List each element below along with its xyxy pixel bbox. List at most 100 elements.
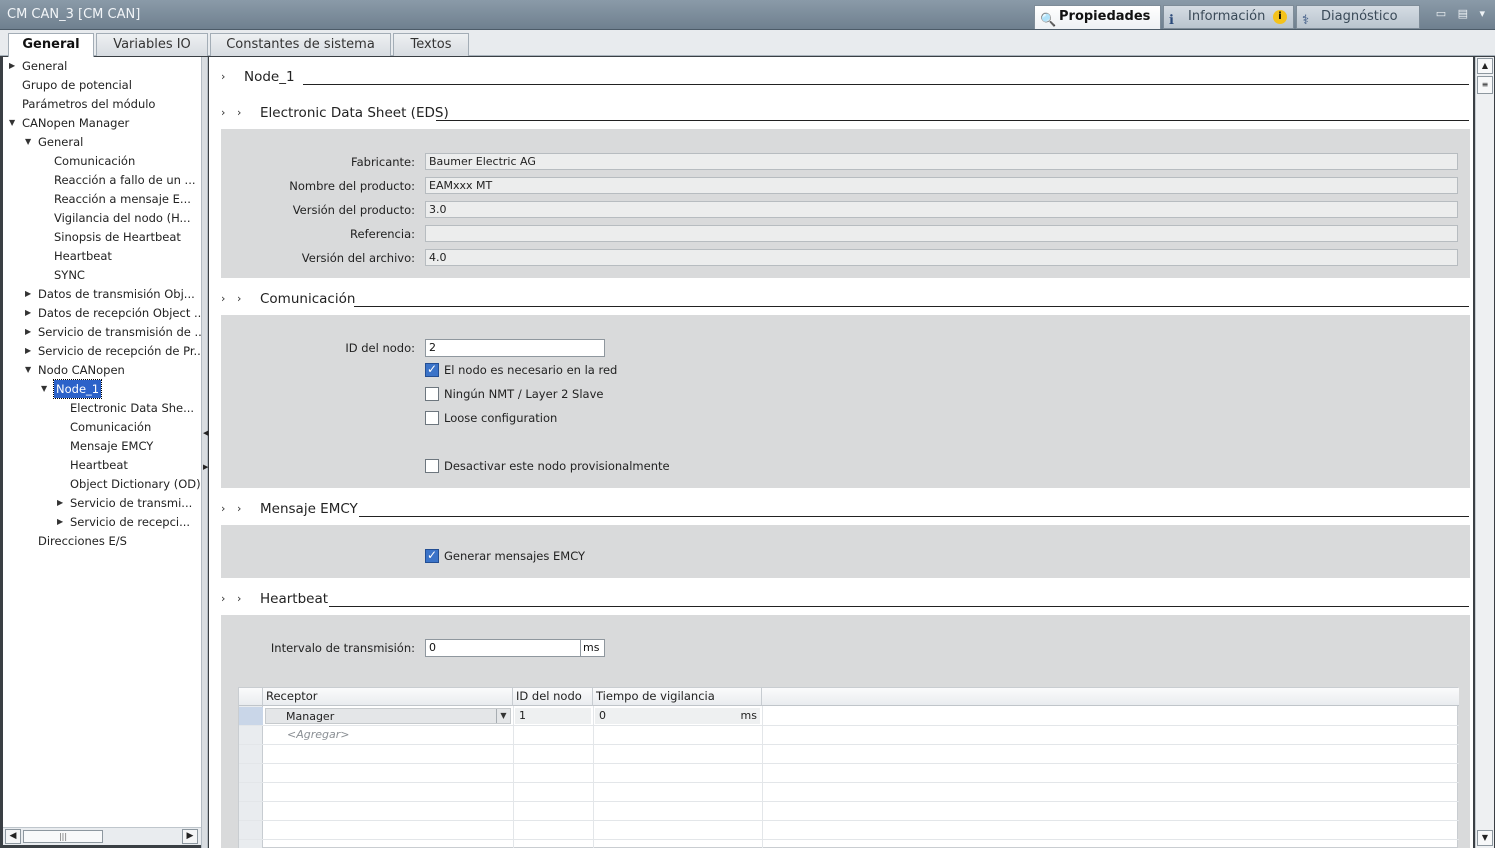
collapsed-twisty-icon[interactable]: ▶ [25, 323, 31, 341]
window-controls-icon[interactable]: ▭ ▤ ▾ [1436, 7, 1489, 20]
nav-item[interactable]: ▼ CANopen Manager [3, 114, 201, 132]
interval-unit: ms [580, 640, 604, 656]
nav-item[interactable]: Mensaje EMCY [3, 437, 201, 455]
tab-variables-io[interactable]: Variables IO [96, 33, 208, 56]
nav-item[interactable]: ▶ Servicio de transmi... [3, 494, 201, 512]
interval-label: Intervalo de transmisión: [270, 641, 415, 655]
checkbox-icon[interactable] [425, 459, 439, 473]
scroll-thumb[interactable]: ||| [23, 830, 103, 843]
nav-item[interactable]: Heartbeat [3, 456, 201, 474]
chevron-icon[interactable]: › [237, 592, 241, 605]
chevron-down-icon[interactable]: ▼ [496, 709, 510, 723]
chevron-icon[interactable]: › [221, 502, 225, 515]
nav-item[interactable]: Parámetros del módulo [3, 95, 201, 113]
nav-item[interactable]: ▼ General [3, 133, 201, 151]
nav-item[interactable]: SYNC [3, 266, 201, 284]
nav-item[interactable]: ▶ General [3, 57, 201, 75]
nav-item[interactable]: ▶ Servicio de transmisión de ... [3, 323, 201, 341]
nav-item[interactable]: Sinopsis de Heartbeat [3, 228, 201, 246]
tab-textos[interactable]: Textos [393, 33, 469, 56]
nav-item[interactable]: Comunicación [3, 152, 201, 170]
collapsed-twisty-icon[interactable]: ▶ [9, 57, 15, 75]
scroll-thumb[interactable]: ≡ [1477, 76, 1493, 94]
nav-item[interactable]: ▶ Datos de recepción Object ... [3, 304, 201, 322]
checkbox-icon[interactable] [425, 387, 439, 401]
chevron-icon[interactable]: › [221, 70, 225, 83]
checkbox-icon[interactable] [425, 548, 439, 563]
row-header-selected[interactable] [239, 707, 263, 725]
nav-item[interactable]: ▶ Datos de transmisión Obj... [3, 285, 201, 303]
tab-propiedades[interactable]: 🔍 Propiedades [1034, 5, 1161, 29]
nav-item[interactable]: ▼ Node_1 [3, 379, 201, 399]
nav-horizontal-scrollbar[interactable]: ◀ ||| ▶ [3, 827, 201, 845]
tab-constantes-de-sistema[interactable]: Constantes de sistema [210, 33, 391, 56]
nav-item[interactable]: ▶ Servicio de recepci... [3, 513, 201, 531]
nav-item[interactable]: Comunicación [3, 418, 201, 436]
scroll-down-icon[interactable]: ▼ [1477, 830, 1493, 846]
nav-item-label: Node_1 [52, 379, 103, 399]
section-emcy[interactable]: › › Mensaje EMCY [209, 499, 1473, 519]
collapsed-twisty-icon[interactable]: ▶ [57, 513, 63, 531]
table-corner [239, 688, 263, 706]
tab-informacion[interactable]: ℹ Información i [1163, 5, 1294, 29]
expanded-twisty-icon[interactable]: ▼ [41, 380, 47, 398]
chevron-icon[interactable]: › [237, 292, 241, 305]
scroll-left-icon[interactable]: ◀ [5, 829, 21, 844]
nav-item-label: Heartbeat [54, 249, 112, 263]
nav-item[interactable]: Grupo de potencial [3, 76, 201, 94]
nav-item[interactable]: Vigilancia del nodo (H... [3, 209, 201, 227]
scroll-right-icon[interactable]: ▶ [182, 829, 198, 844]
chevron-icon[interactable]: › [237, 106, 241, 119]
section-heartbeat[interactable]: › › Heartbeat [209, 589, 1473, 609]
interval-input[interactable]: 0 ms [425, 639, 605, 657]
section-eds[interactable]: › › Electronic Data Sheet (EDS) [209, 103, 1473, 123]
expanded-twisty-icon[interactable]: ▼ [9, 114, 15, 132]
properties-content: › Node_1 › › Electronic Data Sheet (EDS)… [209, 57, 1473, 848]
section-comunicacion[interactable]: › › Comunicación [209, 289, 1473, 309]
tab-general[interactable]: General [8, 33, 94, 57]
version-producto-field: 3.0 [425, 201, 1458, 218]
nav-item-label: Parámetros del módulo [22, 97, 156, 111]
checkbox-icon[interactable] [425, 411, 439, 425]
nav-item[interactable]: Electronic Data She... [3, 399, 201, 417]
chevron-icon[interactable]: › [221, 292, 225, 305]
collapse-left-icon[interactable]: ◀ [203, 429, 208, 437]
nav-item[interactable]: Reacción a fallo de un ... [3, 171, 201, 189]
nav-item[interactable]: Direcciones E/S [3, 532, 201, 550]
row-node-id-cell[interactable]: 1 [515, 708, 591, 724]
content-vertical-scrollbar[interactable]: ▲ ≡ ▼ [1475, 57, 1494, 848]
nav-item[interactable]: ▼ Nodo CANopen [3, 361, 201, 379]
column-header-node-id[interactable]: ID del nodo [513, 688, 593, 706]
add-row-placeholder[interactable]: <Agregar> [287, 728, 349, 741]
chevron-icon[interactable]: › [221, 106, 225, 119]
checkbox-icon[interactable] [425, 362, 439, 377]
receptor-dropdown[interactable]: Manager ▼ [265, 708, 511, 724]
nav-splitter[interactable]: ◀ ▶ [201, 57, 208, 848]
expand-right-icon[interactable]: ▶ [203, 463, 208, 471]
tab-diagnostico[interactable]: ⚕ Diagnóstico [1296, 5, 1420, 29]
chevron-icon[interactable]: › [221, 592, 225, 605]
nav-item-label: Mensaje EMCY [70, 439, 154, 453]
expanded-twisty-icon[interactable]: ▼ [25, 133, 31, 151]
collapsed-twisty-icon[interactable]: ▶ [25, 304, 31, 322]
node-id-input[interactable]: 2 [425, 339, 605, 357]
nav-item[interactable]: Object Dictionary (OD) [3, 475, 201, 493]
collapsed-twisty-icon[interactable]: ▶ [57, 494, 63, 512]
nav-item[interactable]: Reacción a mensaje E... [3, 190, 201, 208]
chevron-icon[interactable]: › [237, 502, 241, 515]
grid-line [239, 839, 1459, 840]
nav-item[interactable]: Heartbeat [3, 247, 201, 265]
row-time-cell[interactable]: 0 ms [595, 708, 760, 724]
column-header-tiempo[interactable]: Tiempo de vigilancia [593, 688, 762, 706]
collapsed-twisty-icon[interactable]: ▶ [25, 285, 31, 303]
collapsed-twisty-icon[interactable]: ▶ [25, 342, 31, 360]
section-node[interactable]: › Node_1 [209, 67, 1473, 87]
column-header-receptor[interactable]: Receptor [263, 688, 513, 706]
nav-item-label: Datos de recepción Object ... [38, 306, 201, 320]
nav-item[interactable]: ▶ Servicio de recepción de Pr... [3, 342, 201, 360]
grid-line [762, 706, 763, 848]
tab-informacion-label: Información [1188, 9, 1266, 24]
expanded-twisty-icon[interactable]: ▼ [25, 361, 31, 379]
scroll-up-icon[interactable]: ▲ [1477, 58, 1493, 74]
fabricante-label: Fabricante: [351, 155, 415, 169]
